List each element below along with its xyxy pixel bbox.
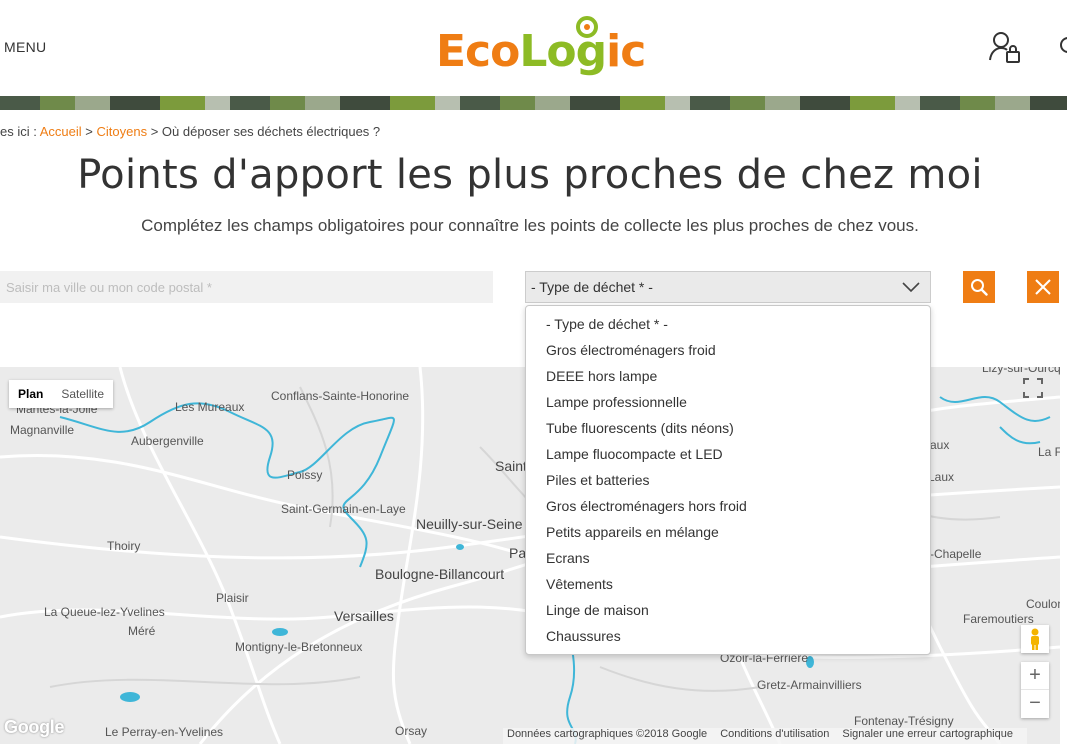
map-label: Montigny-le-Bretonneux xyxy=(235,640,363,654)
map-label: Fontenay-Trésigny xyxy=(854,714,954,728)
map-label: Coulon xyxy=(1026,597,1060,611)
chevron-down-icon xyxy=(902,282,920,293)
map-label: Poissy xyxy=(287,468,323,482)
ecologic-logo[interactable]: EcoLogic xyxy=(436,14,646,84)
map-type-control: Plan Satellite xyxy=(9,380,114,408)
map-label: Le Perray-en-Yvelines xyxy=(105,725,224,739)
waste-option[interactable]: Vêtements xyxy=(526,571,930,597)
logo-ring-icon xyxy=(576,16,598,38)
zoom-control: + − xyxy=(1021,662,1049,718)
pegman-icon xyxy=(1031,628,1039,650)
google-logo[interactable]: Google xyxy=(4,717,65,738)
page-title: Points d'apport les plus proches de chez… xyxy=(77,152,983,198)
logo-part-ic: ic xyxy=(606,26,646,77)
header-search-icon[interactable] xyxy=(1058,34,1067,60)
map-label: Plaisir xyxy=(216,591,249,605)
waste-option[interactable]: Gros électroménagers hors froid xyxy=(526,493,930,519)
map-type-plan-button[interactable]: Plan xyxy=(9,380,52,408)
waste-option[interactable]: Petits appareils en mélange xyxy=(526,519,930,545)
breadcrumb-separator: > xyxy=(81,124,97,139)
map-attribution: Données cartographiques ©2018 Google Con… xyxy=(503,728,1027,744)
clear-button[interactable] xyxy=(1027,271,1059,303)
waste-option[interactable]: - Type de déchet * - xyxy=(526,311,930,337)
map-label: Lizy-sur-Ourcq xyxy=(982,367,1060,375)
map-data-credit: Données cartographiques ©2018 Google xyxy=(507,728,708,740)
waste-option[interactable]: Tube fluorescents (dits néons) xyxy=(526,415,930,441)
map-label: Aubergenville xyxy=(131,434,204,448)
map-label: Boulogne-Billancourt xyxy=(375,566,505,582)
user-account-icon[interactable] xyxy=(988,30,1022,64)
site-header: MENU EcoLogic xyxy=(0,0,1067,96)
zoom-out-button[interactable]: − xyxy=(1021,690,1049,718)
search-button[interactable] xyxy=(963,271,995,303)
waste-option[interactable]: Piles et batteries xyxy=(526,467,930,493)
search-icon xyxy=(971,279,988,296)
breadcrumb-home-link[interactable]: Accueil xyxy=(40,124,82,139)
waste-option[interactable]: Chaussures xyxy=(526,623,930,649)
map-label: Méré xyxy=(128,624,156,638)
waste-type-dropdown-list: - Type de déchet * - Gros électroménager… xyxy=(525,305,931,655)
breadcrumb-citoyens-link[interactable]: Citoyens xyxy=(97,124,148,139)
waste-option[interactable]: Lampe fluocompacte et LED xyxy=(526,441,930,467)
map-label: La F xyxy=(1038,445,1060,459)
map-report-error-link[interactable]: Signaler une erreur cartographique xyxy=(842,728,1013,740)
map-label: Conflans-Sainte-Honorine xyxy=(271,389,410,403)
map-label: Magnanville xyxy=(10,423,75,437)
breadcrumb-current: Où déposer ses déchets électriques ? xyxy=(161,124,381,139)
breadcrumb-separator: > xyxy=(147,124,162,139)
map-label: Saint-Germain-en-Laye xyxy=(281,502,406,516)
zoom-in-button[interactable]: + xyxy=(1021,662,1049,690)
map-label: Versailles xyxy=(334,608,394,624)
map-label: Laux xyxy=(928,470,955,484)
map-label: Faremoutiers xyxy=(963,612,1034,626)
map-label: La Queue-lez-Yvelines xyxy=(44,605,165,619)
map-label: Thoiry xyxy=(107,539,141,553)
map-label: Saint xyxy=(495,458,527,474)
map-terms-link[interactable]: Conditions d'utilisation xyxy=(720,728,829,740)
map-label: Gretz-Armainvilliers xyxy=(757,678,862,692)
waste-option[interactable]: Linge de maison xyxy=(526,597,930,623)
waste-type-select[interactable]: - Type de déchet * - xyxy=(525,271,931,303)
waste-option[interactable]: Gros électroménagers froid xyxy=(526,337,930,363)
map-label: Les Mureaux xyxy=(175,400,245,414)
map-label: Pa xyxy=(509,545,527,561)
breadcrumb-prefix: es ici : xyxy=(0,124,40,139)
street-view-pegman[interactable] xyxy=(1021,625,1049,653)
fullscreen-icon[interactable] xyxy=(1021,376,1045,400)
waste-option[interactable]: Ecrans xyxy=(526,545,930,571)
header-banner-image xyxy=(0,96,1067,110)
breadcrumb: es ici : Accueil > Citoyens > Où déposer… xyxy=(0,124,380,139)
waste-type-selected-value: - Type de déchet * - xyxy=(531,279,653,295)
map-label: aux xyxy=(930,438,950,452)
waste-option[interactable]: DEEE hors lampe xyxy=(526,363,930,389)
page-subtitle: Complétez les champs obligatoires pour c… xyxy=(141,216,919,235)
waste-option[interactable]: Lampe professionnelle xyxy=(526,389,930,415)
map-type-satellite-button[interactable]: Satellite xyxy=(52,380,113,408)
close-icon xyxy=(1035,279,1051,295)
city-postal-input[interactable] xyxy=(0,271,493,303)
menu-button[interactable]: MENU xyxy=(4,39,46,55)
logo-part-eco: Eco xyxy=(436,26,520,77)
map-label: -Chapelle xyxy=(930,547,982,561)
map-label: Orsay xyxy=(395,724,428,738)
map-label: Neuilly-sur-Seine xyxy=(416,516,523,532)
